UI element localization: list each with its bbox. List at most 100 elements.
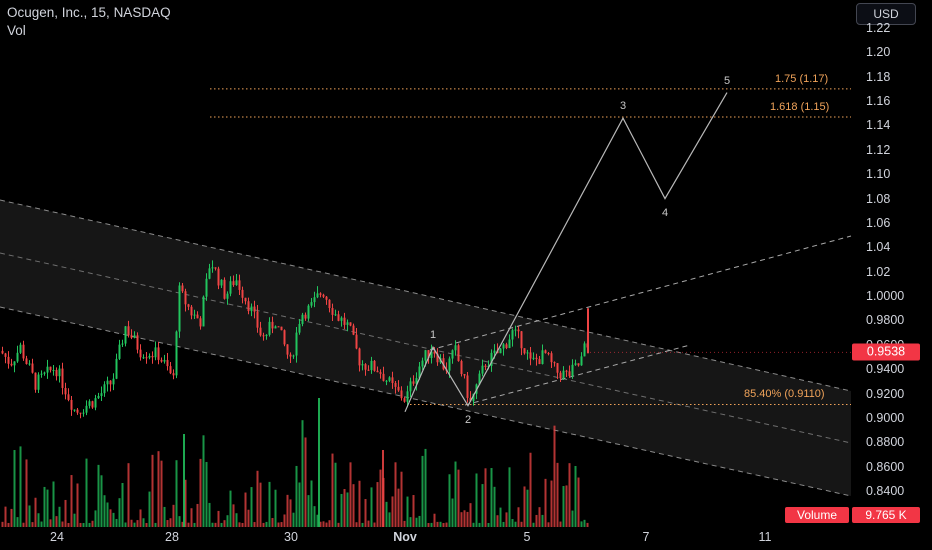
volume-bar [331, 453, 334, 527]
volume-bar [31, 522, 34, 527]
volume-bar [478, 522, 481, 527]
candle-body [412, 381, 415, 384]
candle-body [31, 363, 34, 373]
volume-bar [433, 513, 436, 527]
candle-body [10, 363, 13, 366]
volume-bar [502, 521, 505, 527]
volume-bar [532, 522, 535, 527]
volume-bar [187, 522, 190, 527]
candle-body [358, 348, 361, 366]
candle-body [73, 409, 76, 411]
volume-bar [394, 462, 397, 527]
price-tick-label: 0.9400 [866, 362, 905, 377]
volume-bar [190, 508, 193, 527]
volume-bar [79, 522, 82, 527]
volume-bar [421, 455, 424, 527]
volume-bar [490, 468, 493, 527]
volume-bar [505, 512, 508, 527]
candle-body [223, 279, 226, 299]
candle-body [226, 293, 229, 299]
current-price-badge: 0.9538 [852, 343, 920, 361]
volume-indicator-label[interactable]: Vol [7, 22, 171, 40]
volume-bar [34, 497, 37, 527]
symbol-title: Ocugen, Inc., 15, NASDAQ [7, 5, 171, 20]
volume-bar [283, 514, 286, 527]
candle-body [571, 364, 574, 376]
candle-body [556, 363, 559, 373]
price-tick-label: 1.20 [866, 45, 891, 60]
candle-body [13, 361, 16, 366]
time-tick-label: 24 [50, 530, 64, 544]
candle-body [103, 384, 106, 394]
candle-body [370, 360, 373, 371]
volume-bar [250, 487, 253, 527]
candle-body [301, 314, 304, 324]
candle-body [112, 378, 115, 385]
candle-body [217, 268, 220, 286]
candle-body [532, 357, 535, 359]
volume-bar [550, 480, 553, 527]
volume-bar [91, 520, 94, 527]
volume-bar [568, 463, 571, 527]
volume-bar [76, 483, 79, 527]
candle-body [49, 366, 52, 371]
volume-bar [517, 507, 520, 527]
candle-body [19, 344, 22, 353]
volume-bar [67, 522, 70, 527]
volume-bar [103, 495, 106, 527]
volume-bar [463, 510, 466, 527]
candle-body [199, 318, 202, 327]
volume-bar [313, 506, 316, 527]
candle-body [373, 360, 376, 371]
volume-bar [16, 517, 19, 527]
volume-bar [160, 460, 163, 527]
candle-body [115, 358, 118, 379]
candle-body [568, 371, 571, 376]
volume-bar [376, 482, 379, 527]
volume-bar [457, 469, 460, 527]
candle-body [238, 280, 241, 290]
volume-bar [292, 512, 295, 527]
volume-bar [541, 514, 544, 527]
candle-body [265, 334, 268, 336]
volume-bar [442, 522, 445, 527]
time-tick-label: 11 [758, 530, 772, 544]
volume-bar [406, 496, 409, 527]
candle-body [340, 317, 343, 321]
volume-bar [298, 482, 301, 527]
volume-bar [400, 471, 403, 527]
volume-bar [334, 462, 337, 527]
volume-bar [565, 485, 568, 527]
candle-body [511, 330, 514, 340]
volume-bar [217, 510, 220, 527]
volume-bar [4, 506, 7, 527]
candle-body [565, 370, 568, 372]
volume-bar [424, 448, 427, 527]
candle-body [97, 395, 100, 399]
volume-bar [484, 468, 487, 527]
candle-body [130, 335, 133, 338]
candle-body [397, 386, 400, 391]
candle-body [205, 278, 208, 297]
candle-body [460, 361, 463, 375]
candle-body [82, 412, 85, 414]
candle-body [202, 296, 205, 327]
candle-body [325, 296, 328, 300]
candle-body [100, 393, 103, 396]
price-tick-label: 1.14 [866, 118, 891, 133]
candle-body [385, 380, 388, 382]
candle-body [361, 364, 364, 366]
volume-bar [148, 491, 151, 527]
volume-bar [496, 515, 499, 527]
candle-body [37, 374, 40, 390]
candle-body [391, 377, 394, 384]
candle-body [292, 355, 295, 357]
candle-body [337, 314, 340, 321]
price-tick-label: 0.9000 [866, 410, 905, 425]
volume-bar [226, 515, 229, 527]
volume-bar [511, 519, 514, 527]
candle-body [163, 360, 166, 362]
candle-body [91, 401, 94, 408]
candle-body [196, 314, 199, 319]
volume-bar [109, 509, 112, 527]
